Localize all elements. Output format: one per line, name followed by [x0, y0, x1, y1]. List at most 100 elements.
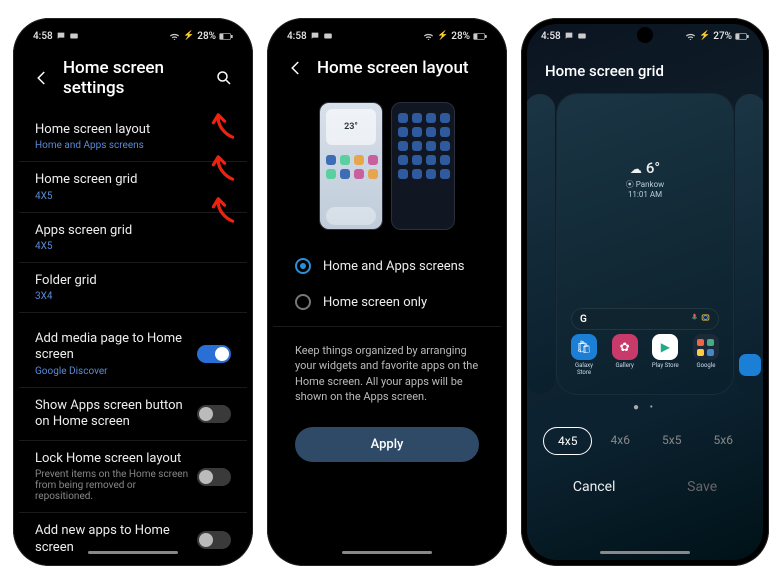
annotation-arrow-icon — [207, 110, 239, 142]
battery-icon — [219, 32, 233, 41]
apply-button[interactable]: Apply — [295, 427, 479, 462]
nav-handle[interactable] — [88, 551, 178, 554]
page-title: Home screen layout — [317, 58, 487, 78]
app-gallery[interactable]: ✿ Gallery — [610, 334, 640, 376]
app-label: Play Store — [650, 362, 680, 369]
status-time: 4:58 — [541, 31, 561, 42]
app-play-store[interactable]: ▶ Play Store — [650, 334, 680, 376]
annotation-arrow-icon — [207, 152, 239, 184]
battery-icon — [735, 32, 749, 41]
search-icon[interactable] — [215, 69, 233, 87]
section-divider — [19, 313, 247, 321]
camera-hole — [382, 30, 392, 40]
row-label: Apps screen grid — [35, 223, 231, 239]
weather-temp: 6° — [646, 159, 660, 177]
toggle-add-media-page[interactable] — [197, 345, 231, 363]
weather-icon: ☁ — [630, 162, 642, 176]
save-button[interactable]: Save — [687, 479, 717, 495]
grid-preview-area[interactable]: ☁ 6° ⦿ Pankow 11:01 AM G — [527, 88, 763, 398]
weather-location: ⦿ Pankow — [557, 179, 733, 190]
row-sub: Google Discover — [35, 366, 189, 377]
card-icon — [577, 31, 587, 41]
grid-option-4x5[interactable]: 4x5 — [543, 427, 592, 455]
weather-widget: ☁ 6° ⦿ Pankow 11:01 AM — [557, 158, 733, 199]
wifi-icon — [169, 31, 180, 42]
camera-hole — [128, 30, 138, 40]
app-icon: ✿ — [612, 334, 638, 360]
page-title: Home screen grid — [527, 48, 763, 88]
radio-icon[interactable] — [295, 294, 311, 310]
status-time: 4:58 — [287, 31, 307, 42]
layout-description: Keep things organized by arranging your … — [273, 327, 501, 417]
settings-header: Home screen settings — [19, 48, 247, 112]
radio-label: Home and Apps screens — [323, 259, 465, 274]
back-icon[interactable] — [33, 69, 51, 87]
radio-home-only[interactable]: Home screen only — [273, 284, 501, 320]
preview-neighbor-right[interactable] — [735, 94, 763, 394]
toggle-add-new-apps[interactable] — [197, 531, 231, 549]
mini-phone-apps — [391, 102, 455, 230]
row-show-apps-button[interactable]: Show Apps screen button on Home screen — [19, 388, 247, 442]
page-title: Home screen settings — [63, 58, 203, 98]
bottom-actions: Cancel Save — [527, 461, 763, 495]
status-battery: 28% — [451, 31, 470, 42]
row-label: Home screen layout — [35, 122, 231, 138]
row-sub: Prevent items on the Home screen from be… — [35, 469, 189, 502]
phone-layout-chooser: 4:58 ⚡ 28% Home screen layout 23° — [267, 18, 507, 566]
save-label: Save — [687, 479, 717, 495]
cancel-label: Cancel — [573, 479, 616, 495]
camera-hole — [640, 30, 650, 40]
layout-illustration: 23° — [273, 92, 501, 248]
preview-neighbor-left[interactable] — [527, 94, 555, 394]
status-battery: 28% — [197, 31, 216, 42]
phone-grid-selector: 4:58 ⚡ 27% Home screen grid — [521, 18, 769, 566]
option-label: 4x6 — [611, 433, 630, 447]
row-folder-grid[interactable]: Folder grid 3X4 — [19, 263, 247, 313]
layout-header: Home screen layout — [273, 48, 501, 92]
row-label: Folder grid — [35, 273, 231, 289]
card-icon — [69, 31, 79, 41]
cancel-button[interactable]: Cancel — [573, 479, 616, 495]
google-search-bar[interactable]: G — [571, 308, 719, 330]
grid-option-4x6[interactable]: 4x6 — [597, 427, 644, 455]
row-label: Show Apps screen button on Home screen — [35, 398, 189, 431]
annotation-arrow-icon — [207, 194, 239, 226]
radio-label: Home screen only — [323, 295, 427, 310]
app-icon: ▶ — [652, 334, 678, 360]
option-label: 5x6 — [714, 433, 733, 447]
folder-icon — [693, 334, 719, 360]
page-indicator: ● • — [527, 402, 763, 413]
radio-home-and-apps[interactable]: Home and Apps screens — [273, 248, 501, 284]
status-time: 4:58 — [33, 31, 53, 42]
row-add-media-page[interactable]: Add media page to Home screen Google Dis… — [19, 321, 247, 388]
battery-icon — [473, 32, 487, 41]
message-icon — [310, 31, 320, 41]
status-battery: 27% — [713, 31, 732, 42]
back-icon[interactable] — [287, 59, 305, 77]
app-galaxy-store[interactable]: 🛍 Galaxy Store — [569, 334, 599, 376]
mini-phone-home: 23° — [319, 102, 383, 230]
app-icon: 🛍 — [571, 334, 597, 360]
row-lock-layout[interactable]: Lock Home screen layout Prevent items on… — [19, 441, 247, 513]
toggle-show-apps-button[interactable] — [197, 405, 231, 423]
app-icon-partial — [739, 354, 761, 376]
row-sub: Home and Apps screens — [35, 140, 231, 151]
toggle-lock-layout[interactable] — [197, 468, 231, 486]
grid-preview: ☁ 6° ⦿ Pankow 11:01 AM G — [557, 94, 733, 394]
nav-handle[interactable] — [342, 551, 432, 554]
app-label: Gallery — [610, 362, 640, 369]
app-label: Google — [691, 362, 721, 369]
radio-icon[interactable] — [295, 258, 311, 274]
apply-label: Apply — [371, 437, 404, 452]
settings-list: Home screen layout Home and Apps screens… — [19, 112, 247, 560]
row-sub: 4X5 — [35, 241, 231, 252]
app-google-folder[interactable]: Google — [691, 334, 721, 376]
row-label: Home screen grid — [35, 172, 231, 188]
row-label: Lock Home screen layout — [35, 451, 189, 467]
card-icon — [323, 31, 333, 41]
nav-handle[interactable] — [600, 551, 690, 554]
dock-apps: 🛍 Galaxy Store ✿ Gallery ▶ Play Store — [569, 334, 721, 376]
grid-option-5x6[interactable]: 5x6 — [700, 427, 747, 455]
grid-option-5x5[interactable]: 5x5 — [648, 427, 695, 455]
option-label: 5x5 — [662, 433, 681, 447]
